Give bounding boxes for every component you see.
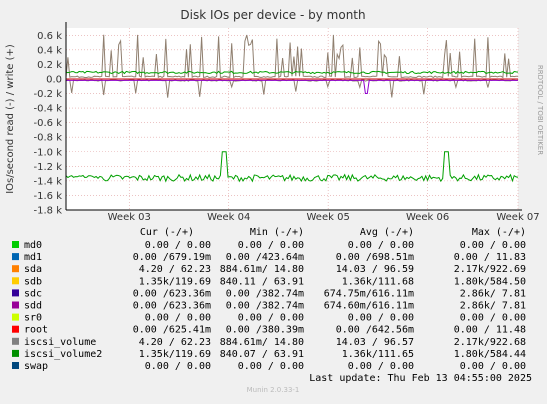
- legend-min: 884.61m/ 14.80: [220, 337, 304, 348]
- disk-ios-chart: Disk IOs per device - by month IOs/secon…: [5, 8, 544, 394]
- legend-swatch: [12, 362, 19, 369]
- legend-cur: 0.00 /679.19m: [133, 252, 211, 263]
- y-tick-label: -0.4 k: [34, 104, 63, 115]
- chart-title: Disk IOs per device - by month: [180, 8, 365, 22]
- legend-name: root: [24, 325, 48, 336]
- legend-avg: 14.03 / 96.59: [336, 264, 414, 275]
- legend-avg: 0.00 /698.51m: [336, 252, 414, 263]
- legend-cur: 1.35k/119.69: [139, 349, 211, 360]
- legend-max: 1.80k/584.44: [454, 349, 526, 360]
- munin-version: Munin 2.0.33-1: [247, 386, 300, 394]
- legend-avg: 0.00 / 0.00: [348, 240, 414, 251]
- legend-swatch: [12, 349, 19, 357]
- legend-name: iscsi_volume: [24, 337, 96, 348]
- x-ticks: Week 03 Week 04 Week 05 Week 06 Week 07: [108, 212, 540, 223]
- legend-avg: 0.00 /642.56m: [336, 325, 414, 336]
- legend-swatch: [12, 265, 19, 273]
- header-cur: Cur (-/+): [140, 227, 194, 238]
- legend-avg: 1.36k/111.68: [342, 276, 414, 287]
- legend-avg: 14.03 / 96.57: [336, 337, 414, 348]
- legend-max: 0.00 / 0.00: [460, 361, 526, 372]
- y-tick-label: 0.2 k: [37, 60, 62, 71]
- legend-cur: 0.00 /625.41m: [133, 325, 211, 336]
- legend-min: 0.00 /423.64m: [226, 252, 304, 263]
- legend-min: 840.07 / 63.91: [220, 349, 304, 360]
- y-tick-label: -1.2 k: [34, 162, 63, 173]
- legend-min: 0.00 /382.74m: [226, 288, 304, 299]
- y-axis-label: IOs/second read (-) / write (+): [5, 44, 16, 194]
- legend-name: sdb: [24, 276, 42, 287]
- header-min: Min (-/+): [250, 227, 304, 238]
- y-tick-label: -0.2 k: [34, 89, 63, 100]
- legend-max: 2.17k/922.69: [454, 264, 526, 275]
- y-tick-label: -0.8 k: [34, 133, 63, 144]
- legend-swatch: [12, 337, 19, 345]
- y-tick-label: 0.4 k: [37, 45, 62, 56]
- munin-graph: Disk IOs per device - by month IOs/secon…: [0, 0, 547, 400]
- x-tick-label: Week 04: [207, 212, 250, 223]
- legend-cur: 0.00 / 0.00: [145, 240, 211, 251]
- legend-max: 0.00 / 0.00: [460, 240, 526, 251]
- legend-avg: 1.36k/111.65: [342, 349, 414, 360]
- x-tick-label: Week 03: [108, 212, 151, 223]
- legend-avg: 674.60m/616.11m: [324, 301, 414, 312]
- x-tick-label: Week 06: [406, 212, 449, 223]
- legend-max: 1.80k/584.50: [454, 276, 526, 287]
- legend-max: 0.00 / 0.00: [460, 313, 526, 324]
- rrdtool-credit: RRDTOOL / TOBI OETIKER: [536, 65, 544, 155]
- y-tick-label: -1.0 k: [34, 147, 63, 158]
- legend-cur: 4.20 / 62.23: [139, 337, 211, 348]
- legend-name: md0: [24, 240, 42, 251]
- legend-swatch: [12, 289, 19, 297]
- legend-cur: 0.00 / 0.00: [145, 313, 211, 324]
- legend-swatch: [12, 313, 19, 321]
- y-tick-label: -1.6 k: [34, 191, 63, 202]
- legend-avg: 674.75m/616.11m: [324, 288, 414, 299]
- legend-cur: 4.20 / 62.23: [139, 264, 211, 275]
- y-tick-label: -0.6 k: [34, 118, 63, 129]
- y-tick-label: 0.0: [46, 74, 62, 85]
- legend-max: 2.17k/922.68: [454, 337, 526, 348]
- last-update: Last update: Thu Feb 13 04:55:00 2025: [309, 373, 532, 384]
- y-tick-label: -1.8 k: [34, 206, 63, 217]
- legend-min: 0.00 / 0.00: [238, 361, 304, 372]
- legend-cur: 0.00 /623.36m: [133, 301, 211, 312]
- legend-max: 2.86k/ 7.81: [460, 301, 526, 312]
- legend-cur: 1.35k/119.69: [139, 276, 211, 287]
- header-max: Max (-/+): [472, 227, 526, 238]
- legend-name: swap: [24, 361, 48, 372]
- legend-avg: 0.00 / 0.00: [348, 361, 414, 372]
- legend-name: sda: [24, 264, 42, 275]
- legend-swatch: [12, 241, 19, 248]
- legend-name: iscsi_volume2: [24, 349, 102, 360]
- legend-name: md1: [24, 252, 42, 263]
- y-tick-label: 0.6 k: [37, 31, 62, 42]
- legend-name: sr0: [24, 313, 42, 324]
- legend-name: sdc: [24, 288, 42, 299]
- legend-swatch: [12, 253, 19, 261]
- legend-max: 0.00 / 11.48: [454, 325, 526, 336]
- legend-min: 840.11 / 63.91: [220, 276, 304, 287]
- x-tick-label: Week 05: [307, 212, 350, 223]
- legend-max: 2.86k/ 7.81: [460, 288, 526, 299]
- x-tick-label: Week 07: [496, 212, 539, 223]
- y-tick-label: -1.4 k: [34, 176, 63, 187]
- legend-swatch: [12, 277, 19, 285]
- legend-min: 884.61m/ 14.80: [220, 264, 304, 275]
- legend-min: 0.00 / 0.00: [238, 313, 304, 324]
- legend-avg: 0.00 / 0.00: [348, 313, 414, 324]
- legend-swatch: [12, 325, 19, 333]
- legend-max: 0.00 / 11.83: [454, 252, 526, 263]
- legend-name: sdd: [24, 301, 42, 312]
- header-avg: Avg (-/+): [360, 227, 414, 238]
- y-ticks: 0.6 k 0.4 k 0.2 k 0.0 -0.2 k -0.4 k -0.6 k -0.8…: [34, 31, 63, 217]
- legend-min: 0.00 /380.39m: [226, 325, 304, 336]
- legend-swatch: [12, 301, 19, 309]
- legend-cur: 0.00 / 0.00: [145, 361, 211, 372]
- legend-table: Cur (-/+) Min (-/+) Avg (-/+) Max (-/+) …: [12, 227, 526, 372]
- legend-cur: 0.00 /623.36m: [133, 288, 211, 299]
- legend-min: 0.00 /382.74m: [226, 301, 304, 312]
- legend-min: 0.00 / 0.00: [238, 240, 304, 251]
